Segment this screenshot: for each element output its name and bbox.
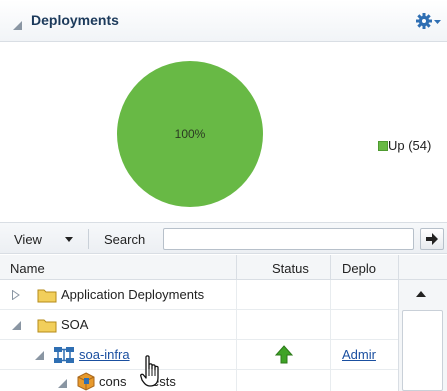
table-header: Name Status Deplo <box>0 255 447 280</box>
scrollbar-thumb[interactable] <box>402 310 443 391</box>
tree-row-label: cons <box>99 374 127 389</box>
tree-row-soa-infra[interactable]: soa-infra Admir <box>0 340 398 370</box>
collapse-triangle-icon[interactable] <box>13 21 22 30</box>
folder-icon <box>37 289 57 303</box>
status-up-arrow-icon <box>275 345 293 364</box>
panel-header: Deployments <box>0 0 447 42</box>
search-label: Search <box>104 232 146 247</box>
arrow-right-icon <box>426 233 438 245</box>
tree-row-label: Application Deployments <box>61 287 205 302</box>
column-header-deployment[interactable]: Deplo <box>342 261 376 276</box>
column-divider <box>330 255 331 280</box>
deployment-target-link[interactable]: Admir <box>342 347 376 362</box>
tree-row-label: SOA <box>61 317 89 332</box>
search-input[interactable] <box>163 228 414 250</box>
legend-swatch <box>378 141 388 151</box>
column-header-status[interactable]: Status <box>272 261 309 276</box>
hand-cursor-icon <box>140 355 159 387</box>
column-divider <box>398 255 399 280</box>
column-divider <box>236 255 237 280</box>
gear-icon <box>416 13 441 29</box>
table-toolbar: View Search <box>0 222 447 254</box>
tree-row-application-deployments[interactable]: Application Deployments <box>0 280 398 310</box>
settings-menu-button[interactable] <box>416 12 444 30</box>
folder-icon <box>37 319 57 333</box>
composite-icon <box>77 372 95 391</box>
legend-label: Up (54) <box>388 138 432 153</box>
column-header-name[interactable]: Name <box>10 261 45 276</box>
search-go-button[interactable] <box>420 228 444 250</box>
view-menu-button[interactable]: View <box>14 232 42 247</box>
view-caret-icon[interactable] <box>65 237 73 242</box>
toolbar-divider <box>88 229 89 249</box>
collapse-triangle-icon[interactable] <box>12 321 21 330</box>
chevron-down-icon <box>434 20 441 24</box>
deployments-chart: 100% Up (54) <box>0 42 447 220</box>
collapse-triangle-icon[interactable] <box>58 379 67 388</box>
tree-row-soa[interactable]: SOA <box>0 310 398 340</box>
pie-chart: 100% <box>117 61 263 207</box>
soa-infra-icon <box>54 347 74 363</box>
tree-row-cons[interactable]: cons ests <box>0 370 398 391</box>
collapse-triangle-icon[interactable] <box>35 351 44 360</box>
soa-infra-link[interactable]: soa-infra <box>79 347 130 362</box>
panel-title: Deployments <box>31 12 119 28</box>
scroll-up-arrow-icon[interactable] <box>416 291 426 297</box>
expand-triangle-icon[interactable] <box>12 290 20 300</box>
pie-slice-label: 100% <box>175 127 206 141</box>
